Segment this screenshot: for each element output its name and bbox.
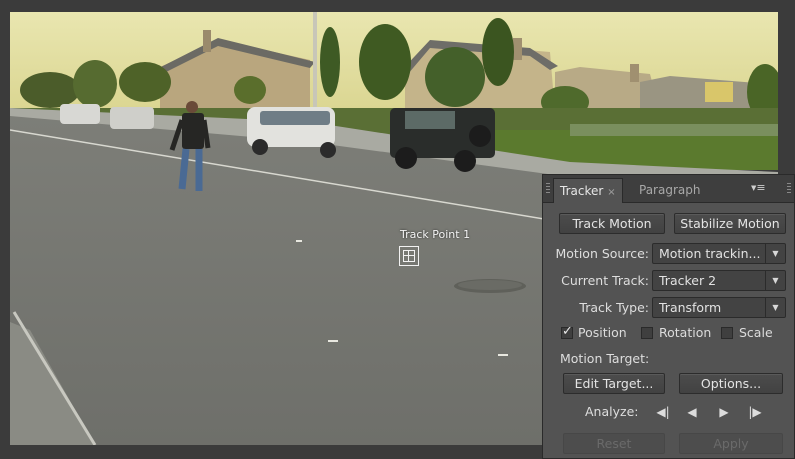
panel-grip-right-icon[interactable] — [787, 183, 791, 195]
scale-checkbox[interactable] — [721, 327, 733, 339]
panel-grip-icon[interactable] — [546, 183, 550, 195]
motion-source-label: Motion Source: — [555, 246, 650, 261]
analyze-forward-one-frame-icon[interactable]: |▶ — [746, 404, 764, 420]
current-track-dropdown[interactable]: Tracker 2 ▼ — [652, 270, 786, 291]
panel-tab-bar: Tracker × Paragraph ▼≡ — [543, 175, 794, 203]
analyze-backward-one-frame-icon[interactable]: ◀| — [654, 404, 672, 420]
current-track-value: Tracker 2 — [659, 273, 717, 288]
motion-source-value: Motion trackin... — [659, 246, 761, 261]
analyze-backward-icon[interactable]: ◀ — [683, 404, 701, 420]
track-type-value: Transform — [659, 300, 722, 315]
apply-button[interactable]: Apply — [679, 433, 783, 454]
stabilize-motion-button[interactable]: Stabilize Motion — [674, 213, 786, 234]
dropdown-arrow-icon: ▼ — [765, 244, 785, 263]
motion-source-dropdown[interactable]: Motion trackin... ▼ — [652, 243, 786, 264]
tab-paragraph[interactable]: Paragraph — [633, 178, 706, 203]
tab-tracker[interactable]: Tracker × — [553, 178, 623, 203]
dropdown-arrow-icon: ▼ — [765, 298, 785, 317]
motion-target-label: Motion Target: — [560, 351, 650, 366]
track-type-dropdown[interactable]: Transform ▼ — [652, 297, 786, 318]
reset-button[interactable]: Reset — [563, 433, 665, 454]
rotation-label: Rotation — [659, 325, 712, 340]
rotation-checkbox[interactable] — [641, 327, 653, 339]
track-type-label: Track Type: — [579, 300, 649, 315]
track-point-label: Track Point 1 — [400, 228, 471, 241]
position-label: Position — [578, 325, 627, 340]
options-button[interactable]: Options... — [679, 373, 783, 394]
tracker-panel: Tracker × Paragraph ▼≡ Track Motion Stabi… — [542, 174, 795, 459]
analyze-label: Analyze: — [585, 404, 639, 419]
tab-tracker-label: Tracker — [560, 184, 604, 198]
track-point-feature-region[interactable] — [403, 250, 415, 262]
position-checkbox[interactable] — [561, 324, 573, 339]
current-track-label: Current Track: — [561, 273, 649, 288]
tab-close-icon[interactable]: × — [607, 187, 615, 198]
track-point-target[interactable] — [399, 246, 419, 266]
panel-menu-icon[interactable]: ▼≡ — [751, 182, 766, 193]
track-motion-button[interactable]: Track Motion — [559, 213, 665, 234]
analyze-forward-icon[interactable]: ▶ — [715, 404, 733, 420]
tab-paragraph-label: Paragraph — [639, 183, 701, 197]
edit-target-button[interactable]: Edit Target... — [563, 373, 665, 394]
dropdown-arrow-icon: ▼ — [765, 271, 785, 290]
scale-label: Scale — [739, 325, 773, 340]
